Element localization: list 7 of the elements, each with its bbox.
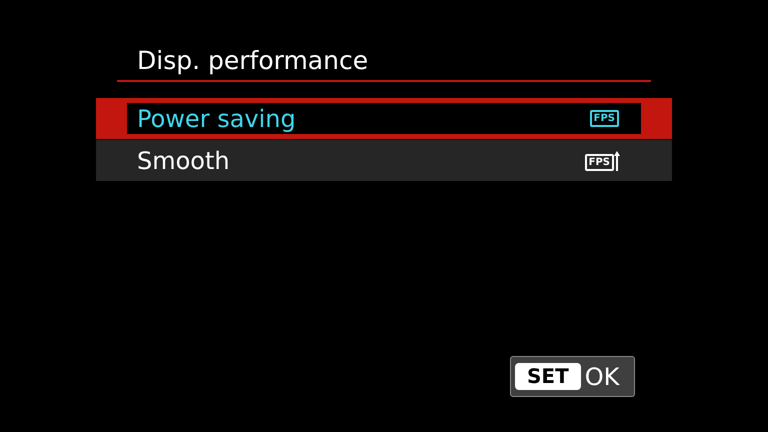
ok-label: OK [584,362,620,392]
ok-button[interactable]: SET OK [510,356,635,397]
menu-item[interactable]: Power saving FPS [96,98,672,139]
menu-item[interactable]: Smooth FPS [96,140,672,181]
screen-title: Disp. performance [137,45,370,77]
fps-icon: FPS [590,110,619,127]
set-key: SET [515,363,581,390]
